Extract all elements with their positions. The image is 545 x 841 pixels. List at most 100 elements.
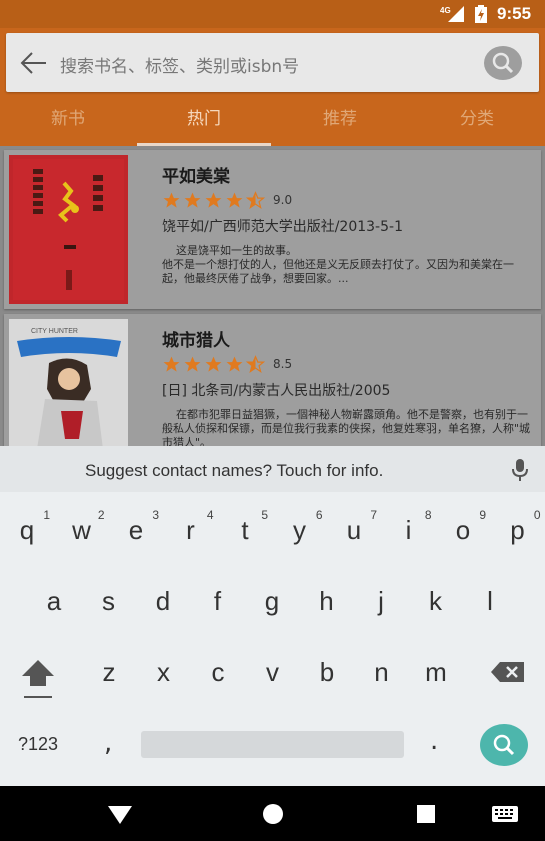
key-k[interactable]: k (409, 571, 463, 631)
back-nav-icon[interactable] (108, 804, 132, 824)
key-d[interactable]: d (136, 571, 190, 631)
star-icon (205, 356, 222, 372)
search-icon (492, 52, 514, 74)
star-icon (184, 192, 201, 208)
spacebar[interactable] (141, 731, 404, 758)
key-label: v (266, 657, 279, 687)
tab-recommended[interactable]: 推荐 (272, 100, 408, 146)
book-meta: [日] 北条司/内蒙古人民出版社/2005 (162, 383, 391, 399)
microphone-icon[interactable] (510, 458, 530, 482)
suggestion-strip[interactable]: Suggest contact names? Touch for info. (0, 446, 545, 492)
key-hint: 2 (97, 508, 105, 522)
star-half-icon (246, 355, 265, 374)
search-action-key[interactable] (480, 724, 528, 766)
app-bar: 搜索书名、标签、类别或isbn号 新书 热门 推荐 分类 (0, 28, 545, 146)
key-label: l (487, 586, 493, 616)
symbols-key[interactable]: ?123 (18, 734, 58, 755)
shift-key[interactable] (18, 656, 58, 702)
book-title[interactable]: 平如美棠 (162, 162, 230, 187)
battery-charging-icon (475, 5, 487, 23)
key-hint: 1 (43, 508, 50, 522)
book-list[interactable]: 平如美棠 9.0 饶平如/广西师范大学出版社/2013-5-1 这是饶平如一生的… (0, 146, 545, 446)
search-input[interactable]: 搜索书名、标签、类别或isbn号 (60, 52, 299, 77)
book-card[interactable]: CITY HUNTER 城市猎人 8.5 [日] 北条司/内蒙古人民出版社/20… (4, 314, 541, 446)
key-s[interactable]: s (82, 571, 136, 631)
key-u[interactable]: u7 (327, 500, 381, 560)
rating-stars (162, 355, 265, 375)
key-hint: 4 (206, 508, 214, 522)
star-icon (205, 192, 222, 208)
key-hint: 0 (533, 508, 541, 522)
rating-stars (162, 191, 265, 211)
key-c[interactable]: c (191, 642, 245, 702)
key-q[interactable]: q1 (0, 500, 54, 560)
key-y[interactable]: y6 (273, 500, 327, 560)
key-label: c (211, 657, 225, 687)
key-hint: 9 (479, 508, 486, 522)
clock: 9:55 (497, 4, 532, 23)
star-icon (184, 356, 201, 372)
key-a[interactable]: a (27, 571, 81, 631)
key-v[interactable]: v (246, 642, 300, 702)
key-i[interactable]: i8 (382, 500, 436, 560)
key-label: g (264, 586, 280, 616)
home-nav-icon[interactable] (262, 804, 284, 826)
key-label: h (319, 586, 334, 616)
star-icon (163, 192, 180, 208)
key-hint: 7 (370, 508, 377, 522)
search-bar[interactable]: 搜索书名、标签、类别或isbn号 (6, 33, 539, 92)
key-hint: 8 (424, 508, 432, 522)
star-icon (163, 356, 180, 372)
key-o[interactable]: o9 (436, 500, 490, 560)
key-m[interactable]: m (409, 642, 463, 702)
key-label: x (157, 657, 170, 687)
backspace-key[interactable] (490, 660, 526, 684)
book-description: 这是饶平如一生的故事。 他不是一个想打仗的人，但他还是义无反顾去打仗了。又因为和… (162, 244, 514, 285)
book-meta: 饶平如/广西师范大学出版社/2013-5-1 (162, 219, 403, 235)
key-r[interactable]: r4 (164, 500, 218, 560)
recents-nav-icon[interactable] (416, 804, 436, 824)
key-hint: 5 (261, 508, 268, 522)
key-n[interactable]: n (355, 642, 409, 702)
star-half-icon (246, 191, 265, 210)
rating-value: 9.0 (273, 193, 293, 207)
soft-keyboard: Suggest contact names? Touch for info. ?… (0, 446, 545, 786)
svg-text:4G: 4G (440, 6, 451, 15)
key-label: f (213, 586, 222, 616)
key-label: k (429, 586, 442, 616)
keyboard-switch-icon[interactable] (492, 804, 518, 824)
cellular-signal-icon: 4G (440, 6, 464, 22)
key-h[interactable]: h (300, 571, 354, 631)
period-key[interactable]: . (430, 726, 438, 756)
tab-popular[interactable]: 热门 (136, 100, 272, 146)
rating-value: 8.5 (273, 357, 293, 371)
star-icon (226, 192, 243, 208)
comma-key[interactable]: , (104, 728, 112, 758)
tab-bar: 新书 热门 推荐 分类 (0, 100, 545, 146)
key-label: n (374, 657, 389, 687)
book-cover-image: CITY HUNTER (9, 319, 128, 446)
back-arrow-icon[interactable] (18, 50, 48, 76)
tab-new-books[interactable]: 新书 (0, 100, 136, 146)
key-hint: 3 (152, 508, 159, 522)
search-icon (493, 734, 515, 756)
key-w[interactable]: w2 (55, 500, 109, 560)
book-title[interactable]: 城市猎人 (162, 326, 230, 351)
key-b[interactable]: b (300, 642, 354, 702)
key-l[interactable]: l (463, 571, 517, 631)
book-card[interactable]: 平如美棠 9.0 饶平如/广西师范大学出版社/2013-5-1 这是饶平如一生的… (4, 150, 541, 309)
suggestion-text[interactable]: Suggest contact names? Touch for info. (85, 461, 383, 481)
key-f[interactable]: f (191, 571, 245, 631)
key-z[interactable]: z (82, 642, 136, 702)
key-e[interactable]: e3 (109, 500, 163, 560)
key-p[interactable]: p0 (491, 500, 545, 560)
key-label: d (155, 586, 171, 616)
key-label: s (102, 586, 115, 616)
star-icon (226, 356, 243, 372)
search-button[interactable] (484, 46, 522, 80)
tab-categories[interactable]: 分类 (409, 100, 545, 146)
key-t[interactable]: t5 (218, 500, 272, 560)
key-x[interactable]: x (137, 642, 191, 702)
key-g[interactable]: g (245, 571, 299, 631)
key-j[interactable]: j (354, 571, 408, 631)
